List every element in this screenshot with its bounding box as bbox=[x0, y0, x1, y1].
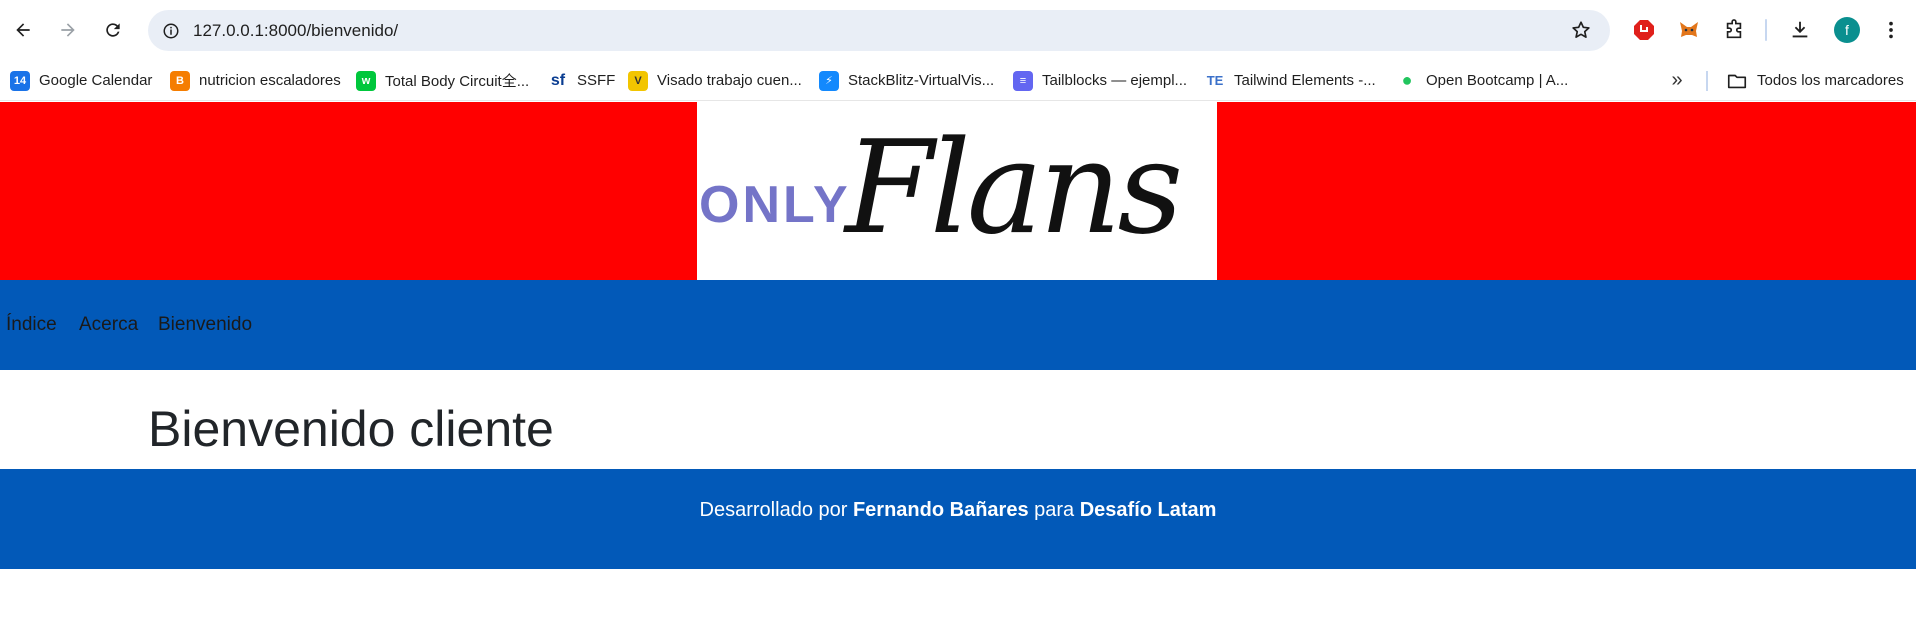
bookmark-label: Visado trabajo cuen... bbox=[657, 72, 802, 89]
onlyflans-logo: ONLY Flans bbox=[697, 102, 1217, 280]
forward-arrow-icon bbox=[61, 23, 75, 37]
bookmark-total-body[interactable]: w Total Body Circuit全... bbox=[356, 60, 529, 101]
footer-author: Fernando Bañares bbox=[852, 499, 1029, 521]
downloads-icon[interactable] bbox=[1784, 14, 1816, 46]
stackblitz-icon: ⚡ bbox=[819, 70, 839, 91]
extensions-puzzle-icon[interactable] bbox=[1718, 14, 1750, 46]
reload-icon bbox=[106, 23, 120, 37]
sf-icon: sf bbox=[548, 70, 568, 91]
nav-link-indice[interactable]: Índice bbox=[6, 280, 57, 370]
footer-text-before: Desarrollado por bbox=[699, 499, 848, 521]
toolbar-divider bbox=[1765, 19, 1767, 41]
back-button[interactable] bbox=[5, 12, 41, 48]
adblock-extension-icon[interactable] bbox=[1628, 14, 1660, 46]
bookmark-google-calendar[interactable]: 14 Google Calendar bbox=[10, 60, 152, 101]
bookmark-stackblitz[interactable]: ⚡ StackBlitz-VirtualVis... bbox=[819, 60, 994, 101]
logo-graphic: ONLY Flans bbox=[699, 114, 1184, 263]
bookmarks-bar: 14 Google Calendar B nutricion escalador… bbox=[0, 60, 1916, 101]
blogger-icon: B bbox=[170, 70, 190, 91]
open-bootcamp-icon: ● bbox=[1397, 70, 1417, 91]
webtoon-icon: w bbox=[356, 70, 376, 91]
bookmark-label: StackBlitz-VirtualVis... bbox=[848, 72, 995, 89]
browser-toolbar: 127.0.0.1:8000/bienvenido/ f bbox=[0, 0, 1916, 60]
tailblocks-icon: ≡ bbox=[1013, 70, 1033, 91]
browser-menu-icon[interactable] bbox=[1875, 14, 1907, 46]
all-bookmarks-label: Todos los marcadores bbox=[1757, 72, 1904, 89]
site-info-icon[interactable] bbox=[156, 16, 185, 45]
bookmark-label: nutricion escaladores bbox=[199, 72, 341, 89]
footer-credit: Desarrollado por Fernando Bañares para D… bbox=[0, 469, 1916, 551]
folder-icon bbox=[1727, 74, 1747, 88]
address-bar[interactable]: 127.0.0.1:8000/bienvenido/ bbox=[148, 10, 1610, 51]
bookmark-label: Google Calendar bbox=[39, 72, 153, 89]
more-bookmarks-chevron-icon[interactable]: » bbox=[1664, 68, 1690, 94]
footer-org: Desafío Latam bbox=[1079, 499, 1217, 521]
forward-button[interactable] bbox=[50, 12, 86, 48]
bookmark-label: Open Bootcamp | A... bbox=[1426, 72, 1569, 89]
address-url[interactable]: 127.0.0.1:8000/bienvenido/ bbox=[193, 10, 398, 51]
bookmark-visado[interactable]: V Visado trabajo cuen... bbox=[628, 60, 802, 101]
bookmark-tailwind-elements[interactable]: TE Tailwind Elements -... bbox=[1205, 60, 1376, 101]
svg-text:Flans: Flans bbox=[843, 114, 1180, 263]
site-navbar: Índice Acerca Bienvenido bbox=[0, 280, 1916, 370]
back-arrow-icon bbox=[16, 23, 30, 37]
reload-button[interactable] bbox=[95, 12, 131, 48]
page-title: Bienvenido cliente bbox=[148, 401, 554, 457]
nav-link-bienvenido[interactable]: Bienvenido bbox=[158, 280, 252, 370]
bookmarks-divider bbox=[1706, 71, 1708, 91]
svg-text:ONLY: ONLY bbox=[699, 176, 851, 234]
bookmark-star-icon[interactable] bbox=[1570, 19, 1592, 41]
bookmark-label: Tailblocks — ejempl... bbox=[1042, 72, 1188, 89]
footer-text-middle: para bbox=[1034, 499, 1075, 521]
bookmark-nutricion[interactable]: B nutricion escaladores bbox=[170, 60, 341, 101]
visa-icon: V bbox=[628, 70, 648, 91]
bookmark-ssff[interactable]: sf SSFF bbox=[548, 60, 615, 101]
all-bookmarks-folder[interactable]: Todos los marcadores bbox=[1726, 60, 1904, 101]
bookmark-label: Total Body Circuit全... bbox=[385, 73, 530, 90]
site-footer: Desarrollado por Fernando Bañares para D… bbox=[0, 469, 1916, 569]
hero-banner: ONLY Flans bbox=[0, 102, 1916, 280]
bookmark-label: Tailwind Elements -... bbox=[1234, 72, 1376, 89]
bookmark-open-bootcamp[interactable]: ● Open Bootcamp | A... bbox=[1397, 60, 1568, 101]
calendar-icon: 14 bbox=[10, 70, 30, 91]
metamask-extension-icon[interactable] bbox=[1673, 14, 1705, 46]
bookmark-tailblocks[interactable]: ≡ Tailblocks — ejempl... bbox=[1013, 60, 1187, 101]
profile-avatar[interactable]: f bbox=[1834, 17, 1860, 43]
bookmark-label: SSFF bbox=[577, 72, 616, 89]
tailwind-elements-icon: TE bbox=[1205, 70, 1225, 91]
nav-link-acerca[interactable]: Acerca bbox=[79, 280, 138, 370]
